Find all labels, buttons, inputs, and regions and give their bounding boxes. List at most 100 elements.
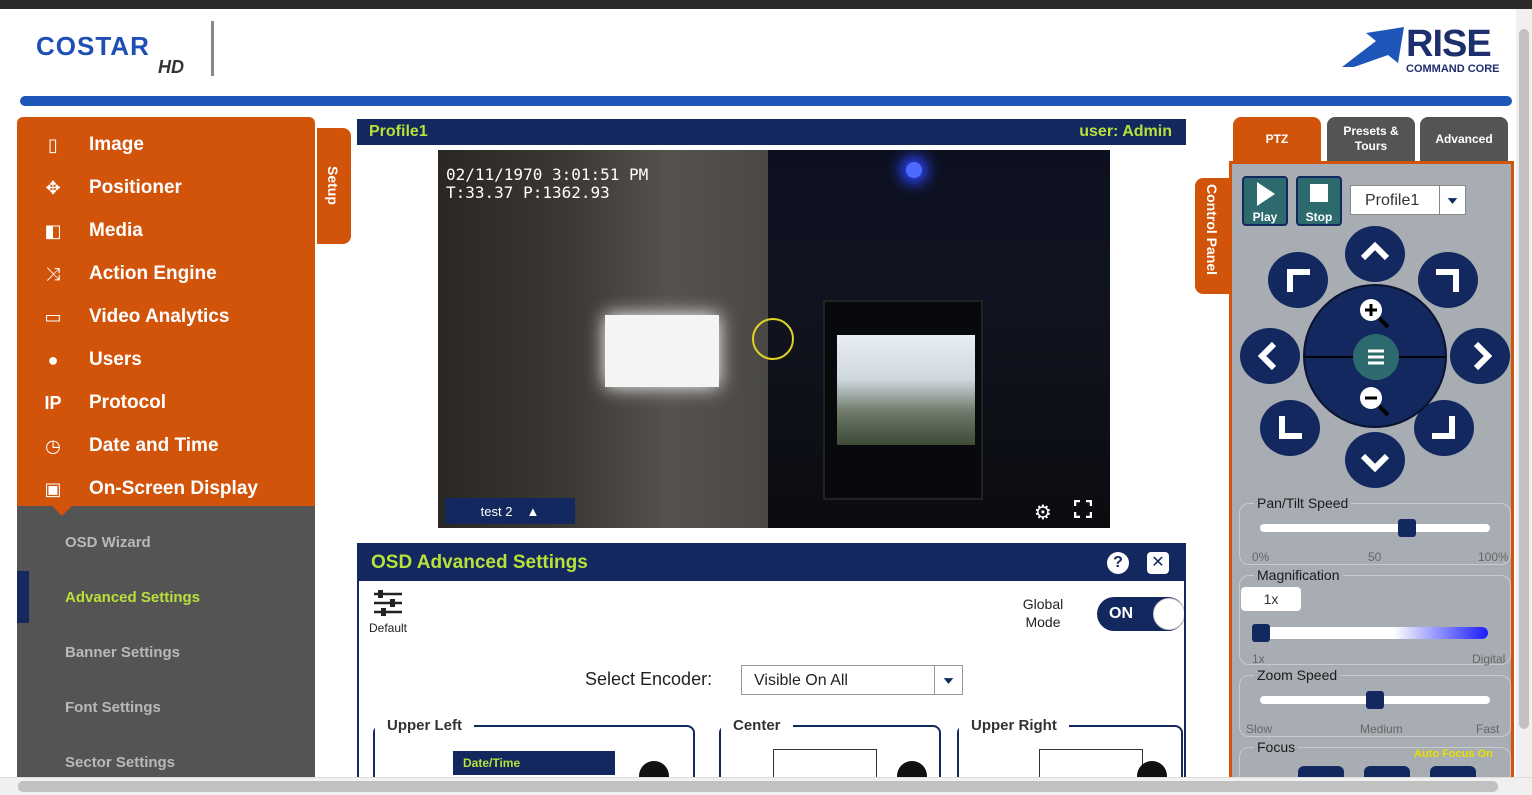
- magnification-tooltip: 1x: [1241, 587, 1301, 611]
- header-accent-line: [20, 96, 1512, 106]
- play-icon: [1257, 182, 1275, 206]
- add-icon[interactable]: [897, 761, 927, 777]
- subnav-item-sector-settings[interactable]: Sector Settings: [17, 736, 315, 777]
- sidebar-item-positioner[interactable]: ✥ Positioner: [17, 167, 315, 209]
- sidebar-item-media[interactable]: ◧ Media: [17, 210, 315, 252]
- magnification-slider-thumb[interactable]: [1252, 624, 1270, 642]
- chevron-up-icon: [1360, 241, 1390, 261]
- user-icon: ●: [47, 349, 59, 370]
- zoom-speed-control: Zoom Speed Slow Medium Fast: [1239, 667, 1511, 737]
- pan-up-button[interactable]: [1345, 226, 1405, 282]
- fullscreen-icon[interactable]: [1074, 500, 1092, 518]
- magnification-track[interactable]: [1252, 627, 1488, 639]
- user-label: user: Admin: [1079, 123, 1172, 140]
- costar-logo: COSTAR HD: [36, 31, 184, 77]
- sidebar: ▯ Image ✥ Positioner ◧ Media ⤨ Action En…: [17, 117, 315, 777]
- top-bar: [0, 0, 1532, 9]
- osd-overlay-text: 02/11/1970 3:01:51 PM T:33.37 P:1362.93: [446, 165, 649, 202]
- date-time-item[interactable]: Date/Time: [453, 751, 615, 775]
- subnav-item-osd-wizard[interactable]: OSD Wizard: [17, 516, 315, 568]
- encoder-select[interactable]: Visible On All: [741, 665, 963, 695]
- sidebar-item-users[interactable]: ● Users: [17, 339, 315, 381]
- add-icon[interactable]: [639, 761, 669, 777]
- subnav-item-advanced-settings[interactable]: Advanced Settings: [17, 571, 315, 623]
- global-mode-label: Global Mode: [1022, 596, 1064, 630]
- sidebar-subnav: OSD Wizard Advanced Settings Banner Sett…: [17, 506, 315, 777]
- horizontal-scrollbar-thumb[interactable]: [18, 781, 1498, 792]
- osd-panel-header: OSD Advanced Settings ? ✕: [359, 545, 1184, 581]
- move-icon: ✥: [45, 177, 61, 198]
- pan-tilt-track[interactable]: [1260, 524, 1490, 532]
- pan-down-left-button[interactable]: [1260, 400, 1320, 456]
- close-icon[interactable]: ✕: [1147, 552, 1169, 574]
- shuffle-icon: ⤨: [45, 263, 61, 284]
- logo-divider: [211, 21, 214, 76]
- default-button[interactable]: Default: [365, 589, 411, 637]
- help-icon[interactable]: ?: [1107, 552, 1129, 574]
- tab-advanced[interactable]: Advanced: [1420, 117, 1508, 161]
- upper-right-box: Upper Right: [957, 717, 1183, 777]
- zoom-in-icon[interactable]: [1355, 294, 1395, 334]
- menu-icon: [1368, 349, 1384, 365]
- subnav-item-banner-settings[interactable]: Banner Settings: [17, 626, 315, 678]
- sidebar-item-image[interactable]: ▯ Image: [17, 124, 315, 166]
- corner-down-left-icon: [1279, 416, 1302, 439]
- profile-name: Profile1: [369, 123, 428, 140]
- toggle-knob: [1153, 598, 1184, 630]
- chevron-down-icon: [1439, 186, 1458, 214]
- pan-right-button[interactable]: [1450, 328, 1510, 384]
- pan-left-button[interactable]: [1240, 328, 1300, 384]
- chevron-down-icon: [1360, 453, 1390, 473]
- center-box: Center: [719, 717, 941, 777]
- play-button[interactable]: Play: [1242, 176, 1288, 226]
- upper-left-box: Upper Left Date/Time: [373, 717, 695, 777]
- monitor-chart-icon: ▭: [44, 306, 62, 327]
- stop-button[interactable]: Stop: [1296, 176, 1342, 226]
- chevron-right-icon: [1473, 341, 1493, 371]
- vertical-scrollbar[interactable]: [1516, 9, 1532, 777]
- ptz-profile-select[interactable]: Profile1: [1350, 185, 1466, 215]
- crosshair-icon: [752, 318, 794, 360]
- pan-up-left-button[interactable]: [1268, 252, 1328, 308]
- rise-logo: RISE COMMAND CORE: [1342, 23, 1522, 83]
- auto-focus-label: Auto Focus On: [1414, 748, 1493, 760]
- corner-up-left-icon: [1287, 269, 1310, 292]
- zoom-out-icon[interactable]: [1355, 382, 1395, 422]
- pan-up-right-button[interactable]: [1418, 252, 1478, 308]
- video-screen-right: [837, 335, 975, 445]
- center-slot[interactable]: [773, 749, 877, 777]
- pan-tilt-speed-control: Pan/Tilt Speed 0% 50 100%: [1239, 495, 1511, 565]
- video-feed[interactable]: 02/11/1970 3:01:51 PM T:33.37 P:1362.93 t…: [438, 150, 1110, 528]
- control-panel-tab[interactable]: Control Panel: [1195, 178, 1229, 294]
- tab-presets-tours[interactable]: Presets & Tours: [1327, 117, 1415, 161]
- tablet-icon: ▯: [48, 134, 58, 155]
- header: COSTAR HD RISE COMMAND CORE: [0, 9, 1532, 95]
- zoom-speed-slider-thumb[interactable]: [1366, 691, 1384, 709]
- stop-icon: [1310, 184, 1328, 202]
- upper-right-slot[interactable]: [1039, 749, 1143, 777]
- caret-up-icon: ▲: [526, 503, 540, 519]
- horizontal-scrollbar[interactable]: [0, 777, 1532, 795]
- video-source-selector[interactable]: test 2 ▲: [445, 498, 575, 524]
- display-icon: ▣: [44, 478, 62, 499]
- setup-tab[interactable]: Setup: [317, 128, 351, 244]
- gear-icon[interactable]: ⚙: [1034, 500, 1052, 525]
- sidebar-item-date-and-time[interactable]: ◷ Date and Time: [17, 425, 315, 467]
- pan-down-button[interactable]: [1345, 432, 1405, 488]
- global-mode-toggle[interactable]: ON: [1097, 597, 1184, 631]
- vertical-scrollbar-thumb[interactable]: [1519, 29, 1529, 729]
- video-blue-light: [906, 162, 922, 178]
- ptz-joystick[interactable]: [1303, 284, 1447, 428]
- sidebar-item-protocol[interactable]: IP Protocol: [17, 382, 315, 424]
- subnav-item-font-settings[interactable]: Font Settings: [17, 681, 315, 733]
- tab-ptz[interactable]: PTZ: [1233, 117, 1321, 161]
- sidebar-item-video-analytics[interactable]: ▭ Video Analytics: [17, 296, 315, 338]
- sidebar-item-action-engine[interactable]: ⤨ Action Engine: [17, 253, 315, 295]
- pan-tilt-slider-thumb[interactable]: [1397, 519, 1416, 537]
- osd-panel-title: OSD Advanced Settings: [371, 552, 588, 573]
- ptz-menu-button[interactable]: [1353, 334, 1399, 380]
- chevron-down-icon: [934, 666, 954, 694]
- osd-advanced-panel: OSD Advanced Settings ? ✕ Default Global…: [357, 543, 1186, 777]
- video-screen-left: [605, 315, 719, 387]
- sliders-icon: [374, 590, 402, 616]
